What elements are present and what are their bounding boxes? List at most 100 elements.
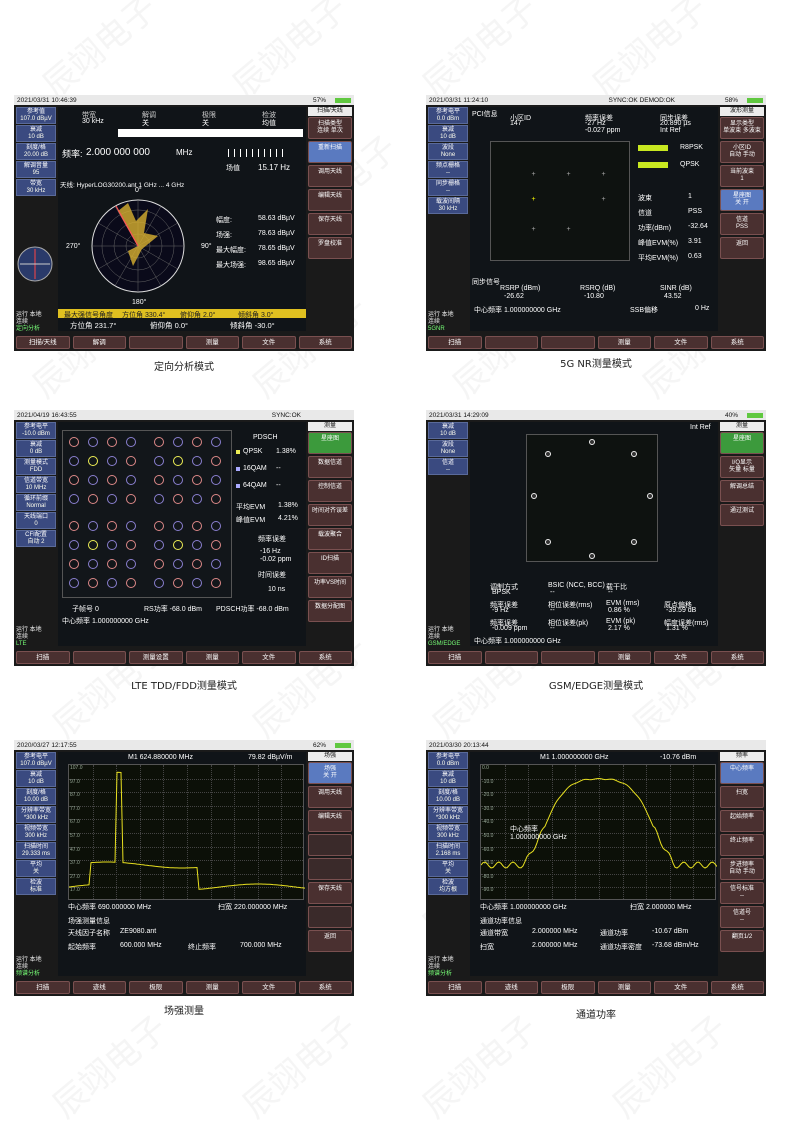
- softkey-6[interactable]: [308, 906, 352, 928]
- param-7[interactable]: 检波 均方根: [428, 878, 468, 895]
- param-0[interactable]: 参考电平 -10.0 dBm: [16, 422, 56, 439]
- bottom-button-2[interactable]: 极限: [541, 981, 595, 994]
- softkey-0[interactable]: 显示类型 单波束 多波束: [720, 117, 764, 139]
- softkey-2[interactable]: 调用天线: [308, 165, 352, 187]
- param-7[interactable]: 检波 标准: [16, 878, 56, 895]
- bottom-button-3[interactable]: 测量: [185, 651, 239, 664]
- softkey-3[interactable]: 时间对齐误差: [308, 504, 352, 526]
- param-1[interactable]: 波段 None: [428, 440, 468, 457]
- softkey-3[interactable]: [308, 834, 352, 856]
- bottom-button-4[interactable]: 文件: [654, 336, 708, 349]
- softkey-1[interactable]: 小区ID 自动 手动: [720, 141, 764, 163]
- param-3[interactable]: 解调音量 95: [16, 161, 56, 178]
- softkey-3[interactable]: 终止频率: [720, 834, 764, 856]
- softkey-3[interactable]: 星座图 关 开: [720, 189, 764, 211]
- param-2[interactable]: 刻度/格 10.00 dB: [428, 788, 468, 805]
- param-2[interactable]: 刻度/格 10.00 dB: [16, 788, 56, 805]
- bottom-button-1[interactable]: 迹线: [72, 981, 126, 994]
- bottom-button-2[interactable]: 极限: [129, 981, 183, 994]
- bottom-button-1[interactable]: 迹线: [484, 981, 538, 994]
- softkey-7[interactable]: 返回: [308, 930, 352, 952]
- softkey-6[interactable]: 信道号 --: [720, 906, 764, 928]
- param-3[interactable]: 频点栅格 --: [428, 161, 468, 178]
- softkey-5[interactable]: 信号标准 --: [720, 882, 764, 904]
- bottom-button-4[interactable]: 文件: [242, 336, 296, 349]
- param-6[interactable]: 平均关: [428, 860, 468, 877]
- softkey-7[interactable]: 翻页1/2: [720, 930, 764, 952]
- param-5[interactable]: 扫描时间 29.333 ms: [16, 842, 56, 859]
- param-1[interactable]: 衰减 10 dB: [428, 770, 468, 787]
- bottom-button-3[interactable]: 测量: [597, 981, 651, 994]
- bottom-button-0[interactable]: 扫描/天线: [16, 336, 70, 349]
- param-1[interactable]: 衰减 0 dB: [16, 440, 56, 457]
- param-3[interactable]: 分辨率带宽 *300 kHz: [16, 806, 56, 823]
- softkey-5[interactable]: ID扫描: [308, 552, 352, 574]
- softkey-3[interactable]: 编辑天线: [308, 189, 352, 211]
- softkey-0[interactable]: 中心频率: [720, 762, 764, 784]
- param-2[interactable]: 波段 None: [428, 143, 468, 160]
- softkey-7[interactable]: 数据分配图: [308, 600, 352, 622]
- softkey-1[interactable]: 重新扫描: [308, 141, 352, 163]
- bottom-button-2[interactable]: [541, 651, 595, 664]
- bottom-button-5[interactable]: 系统: [298, 336, 352, 349]
- param-5[interactable]: 天线端口 0: [16, 512, 56, 529]
- param-1[interactable]: 衰减 10 dB: [16, 125, 56, 142]
- softkey-2[interactable]: 控制信道: [308, 480, 352, 502]
- param-5[interactable]: 载波间隔 30 kHz: [428, 197, 468, 214]
- param-6[interactable]: CFI配置 自动 2: [16, 530, 56, 547]
- softkey-3[interactable]: 通过测试: [720, 504, 764, 526]
- bottom-button-0[interactable]: 扫描: [428, 651, 482, 664]
- param-3[interactable]: 分辨率带宽 *300 kHz: [428, 806, 468, 823]
- softkey-4[interactable]: [308, 858, 352, 880]
- bottom-button-3[interactable]: 测量: [185, 981, 239, 994]
- bottom-button-3[interactable]: 测量: [597, 651, 651, 664]
- bottom-button-1[interactable]: [484, 651, 538, 664]
- bottom-button-2[interactable]: 测量设置: [129, 651, 183, 664]
- softkey-4[interactable]: 载波聚合: [308, 528, 352, 550]
- param-0[interactable]: 参考值 107.0 dBµV: [16, 107, 56, 124]
- bottom-button-0[interactable]: 扫描: [428, 336, 482, 349]
- softkey-2[interactable]: 编辑天线: [308, 810, 352, 832]
- param-0[interactable]: 参考电平 0.0 dBm: [428, 752, 468, 769]
- softkey-1[interactable]: I/Q显示 矢量 标量: [720, 456, 764, 478]
- bottom-button-5[interactable]: 系统: [710, 336, 764, 349]
- softkey-5[interactable]: 罗盘校准: [308, 237, 352, 259]
- bottom-button-1[interactable]: [72, 651, 126, 664]
- param-5[interactable]: 扫描时间 2.168 ms: [428, 842, 468, 859]
- bottom-button-2[interactable]: [129, 336, 183, 349]
- param-2[interactable]: 刻度/格 20.00 dB: [16, 143, 56, 160]
- bottom-button-4[interactable]: 文件: [654, 981, 708, 994]
- softkey-2[interactable]: 解调总结: [720, 480, 764, 502]
- bottom-button-5[interactable]: 系统: [710, 651, 764, 664]
- softkey-4[interactable]: 步进频率 自动 手动: [720, 858, 764, 880]
- softkey-4[interactable]: 保存天线: [308, 213, 352, 235]
- param-1[interactable]: 衰减 10 dB: [16, 770, 56, 787]
- bottom-button-1[interactable]: [484, 336, 538, 349]
- softkey-5[interactable]: 返回: [720, 237, 764, 259]
- softkey-6[interactable]: 功率VS时间: [308, 576, 352, 598]
- bottom-button-2[interactable]: [541, 336, 595, 349]
- softkey-2[interactable]: 当前波束 1: [720, 165, 764, 187]
- bottom-button-0[interactable]: 扫描: [16, 981, 70, 994]
- param-4[interactable]: 视频带宽 300 kHz: [428, 824, 468, 841]
- param-4[interactable]: 视频带宽 300 kHz: [16, 824, 56, 841]
- bottom-button-4[interactable]: 文件: [654, 651, 708, 664]
- bottom-button-0[interactable]: 扫描: [428, 981, 482, 994]
- softkey-1[interactable]: 数据信道: [308, 456, 352, 478]
- bottom-button-4[interactable]: 文件: [242, 981, 296, 994]
- param-0[interactable]: 参考电平 0.0 dBm: [428, 107, 468, 124]
- param-1[interactable]: 衰减 10 dB: [428, 125, 468, 142]
- bottom-button-5[interactable]: 系统: [710, 981, 764, 994]
- param-0[interactable]: 参考电平 107.0 dBµV: [16, 752, 56, 769]
- softkey-0[interactable]: 星座图: [308, 432, 352, 454]
- softkey-0[interactable]: 场强 关 开: [308, 762, 352, 784]
- bottom-button-5[interactable]: 系统: [298, 981, 352, 994]
- softkey-4[interactable]: 信道 PSS: [720, 213, 764, 235]
- param-6[interactable]: 平均关: [16, 860, 56, 877]
- param-2[interactable]: 测量模式 FDD: [16, 458, 56, 475]
- bottom-button-1[interactable]: 解调: [72, 336, 126, 349]
- param-4[interactable]: 同步栅格 --: [428, 179, 468, 196]
- softkey-5[interactable]: 保存天线: [308, 882, 352, 904]
- bottom-button-5[interactable]: 系统: [298, 651, 352, 664]
- param-3[interactable]: 信道带宽 10 MHz: [16, 476, 56, 493]
